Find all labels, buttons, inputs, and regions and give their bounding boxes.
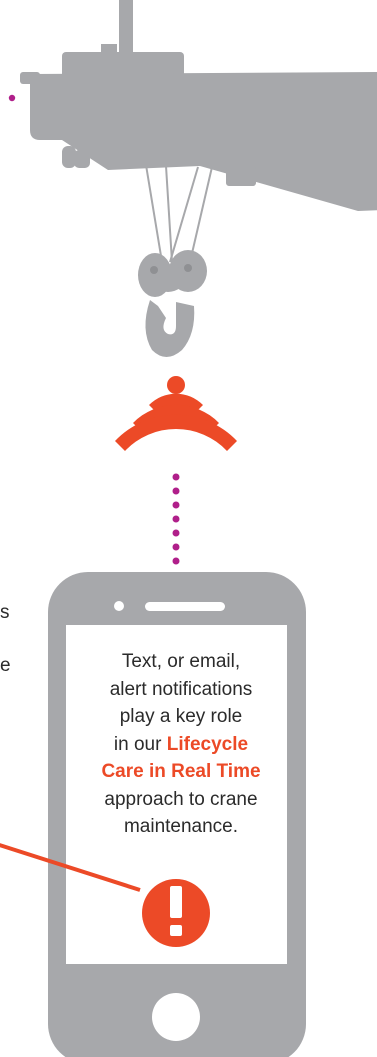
dotted-connector [172,473,180,565]
crane-ropes [145,164,213,263]
highlight-lifecycle: Lifecycle [166,733,249,755]
message-line-4: in our Lifecycle [68,731,294,759]
message-line-7: maintenance. [123,816,239,837]
exclamation-alert-icon [142,879,210,947]
cropped-text-fragment-1: s [0,602,10,623]
phone-screen-message: Text, or email, alert notifications play… [68,648,294,841]
crane-hoist-icon [20,0,377,357]
highlight-care-real-time: Care in Real Time [101,761,261,782]
message-line-4-prefix: in our [113,733,167,755]
wireless-signal-icon [115,376,237,451]
message-line-3: play a key role [119,706,243,727]
message-line-1: Text, or email, [121,651,241,672]
message-line-2: alert notifications [109,678,253,700]
crane-connector-dot [8,94,16,102]
cropped-text-fragment-2: e [0,655,11,676]
message-line-6: approach to crane [104,788,258,810]
illustration-canvas [0,0,377,1057]
